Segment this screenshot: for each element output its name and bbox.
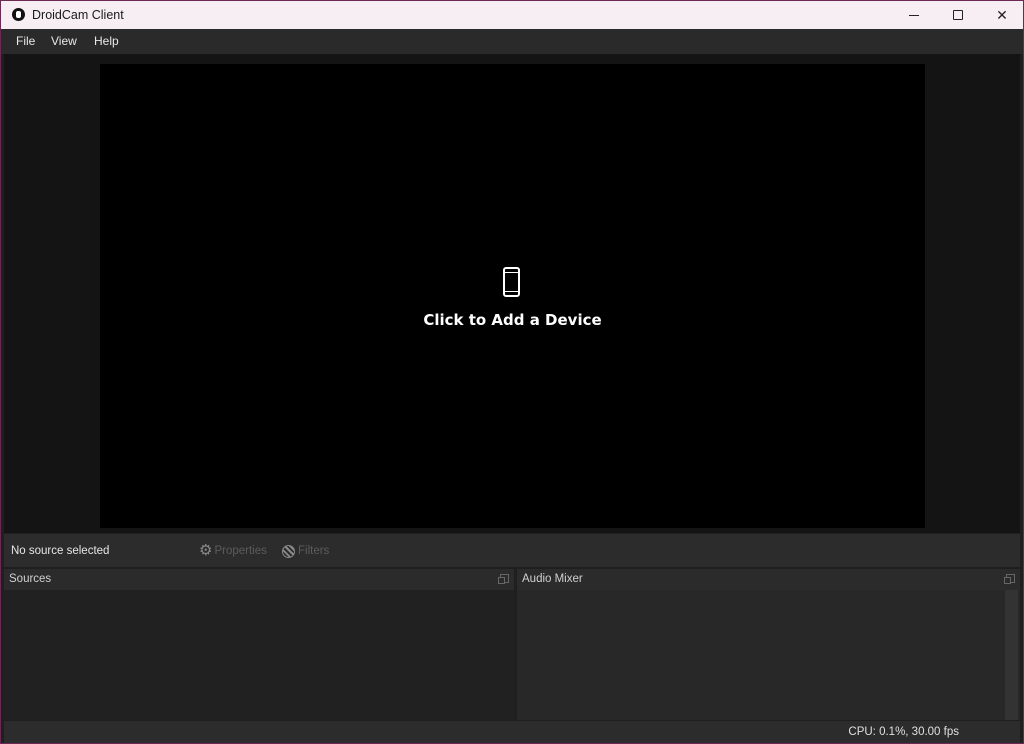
- close-button[interactable]: ✕: [980, 1, 1023, 29]
- menu-view[interactable]: View: [51, 34, 77, 48]
- audio-mixer-body: [517, 590, 1020, 720]
- sources-dock-header: Sources: [4, 569, 514, 590]
- sources-dock: Sources: [4, 569, 514, 720]
- source-toolbar: No source selected ⚙ Properties Filters: [4, 534, 1020, 567]
- maximize-button[interactable]: [936, 1, 980, 29]
- undock-icon[interactable]: [1004, 574, 1015, 584]
- properties-label: Properties: [214, 545, 267, 557]
- app-window: DroidCam Client ✕ File View Help Click t…: [1, 1, 1023, 743]
- sources-list[interactable]: [4, 590, 514, 720]
- cpu-fps-status: CPU: 0.1%, 30.00 fps: [848, 726, 959, 738]
- sources-title: Sources: [9, 573, 52, 585]
- minimize-icon: [909, 14, 919, 16]
- add-device-label: Click to Add a Device: [423, 311, 602, 329]
- droidcam-logo-icon: [12, 8, 25, 21]
- audio-mixer-scrollbar[interactable]: [1005, 590, 1018, 720]
- minimize-button[interactable]: [892, 1, 936, 29]
- maximize-icon: [953, 10, 963, 20]
- menu-bar: File View Help: [1, 29, 1023, 54]
- title-bar[interactable]: DroidCam Client ✕: [1, 1, 1023, 29]
- gear-icon: ⚙: [199, 542, 213, 559]
- filters-label: Filters: [298, 545, 330, 557]
- selected-source-label: No source selected: [11, 545, 110, 557]
- window-title: DroidCam Client: [32, 8, 124, 22]
- audio-mixer-dock: Audio Mixer: [517, 569, 1020, 720]
- menu-file[interactable]: File: [16, 34, 35, 48]
- phone-icon: [503, 267, 520, 297]
- audio-mixer-dock-header: Audio Mixer: [517, 569, 1020, 590]
- properties-button[interactable]: ⚙ Properties: [199, 542, 267, 560]
- close-icon: ✕: [996, 6, 1008, 23]
- status-bar: CPU: 0.1%, 30.00 fps: [4, 721, 1020, 743]
- audio-mixer-title: Audio Mixer: [522, 573, 583, 585]
- filter-icon: [282, 544, 295, 558]
- add-device-preview[interactable]: Click to Add a Device: [100, 64, 925, 528]
- menu-help[interactable]: Help: [94, 34, 119, 48]
- undock-icon[interactable]: [498, 574, 509, 584]
- filters-button[interactable]: Filters: [282, 542, 329, 560]
